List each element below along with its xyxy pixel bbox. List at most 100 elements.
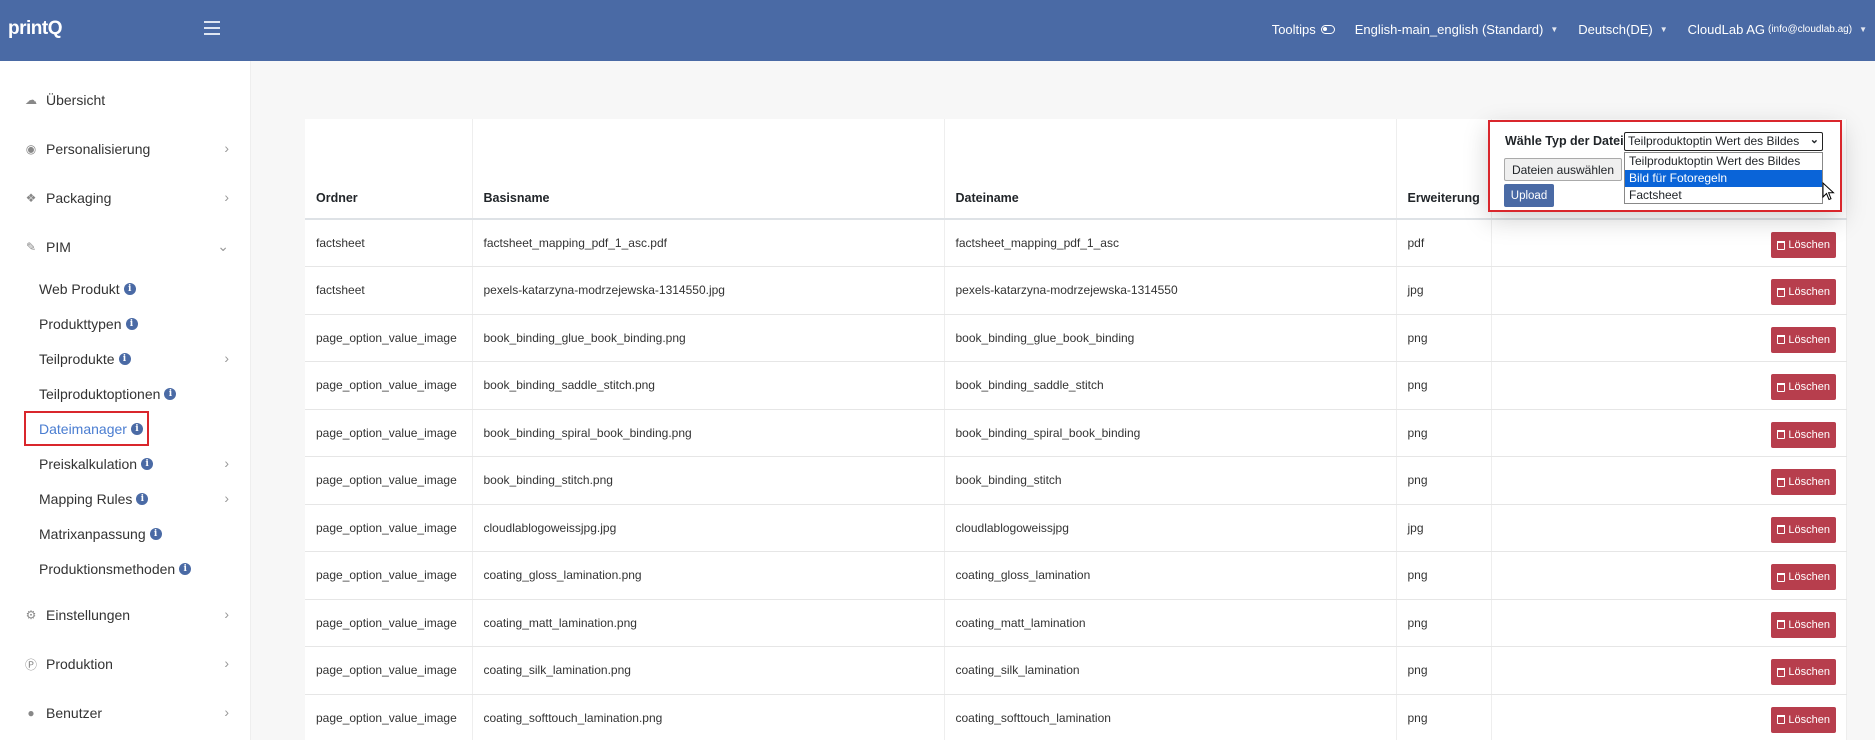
subitem-label: Produkttypen xyxy=(39,316,122,332)
sidebar-item-label: Packaging xyxy=(46,190,112,206)
sidebar-item-packaging[interactable]: ❖ Packaging › xyxy=(24,186,229,210)
cell-dateiname: cloudlablogoweissjpg xyxy=(944,504,1397,552)
sidebar-item-benutzer[interactable]: ● Benutzer › xyxy=(24,701,229,725)
subitem-label: Mapping Rules xyxy=(39,491,133,507)
cell-ordner: factsheet xyxy=(305,266,473,315)
sidebar-item-label: Produktion xyxy=(46,656,113,672)
info-icon[interactable]: i xyxy=(118,353,131,365)
col-header-erweiterung: Erweiterung xyxy=(1396,119,1492,220)
cell-ordner: page_option_value_image xyxy=(305,361,473,410)
cell-dateiname: book_binding_saddle_stitch xyxy=(944,361,1397,410)
info-icon[interactable]: i xyxy=(136,493,149,505)
delete-button[interactable]: Löschen xyxy=(1771,421,1836,448)
cell-erweiterung: png xyxy=(1396,361,1492,410)
cell-dateiname: book_binding_glue_book_binding xyxy=(944,314,1397,362)
sidebar-item-label: Einstellungen xyxy=(46,607,131,623)
delete-button[interactable]: Löschen xyxy=(1771,564,1836,591)
delete-button[interactable]: Löschen xyxy=(1771,374,1836,401)
trash-icon xyxy=(1777,382,1786,392)
cell-ordner: page_option_value_image xyxy=(305,456,473,505)
menu-toggle-icon[interactable] xyxy=(204,21,220,35)
sidebar-subitem-teilproduktoptionen[interactable]: Teilproduktoptionen i xyxy=(39,383,229,405)
sidebar-item-einstellungen[interactable]: ⚙ Einstellungen › xyxy=(24,603,229,627)
trash-icon xyxy=(1777,240,1786,250)
delete-button[interactable]: Löschen xyxy=(1771,659,1836,686)
trash-icon xyxy=(1777,477,1786,487)
sidebar-subitem-produktionsmethoden[interactable]: Produktionsmethoden i xyxy=(39,558,229,580)
sidebar-item-pim[interactable]: ✎ PIM ⌄ xyxy=(24,235,229,259)
caret-down-icon: ▼ xyxy=(1550,25,1559,34)
table-row: page_option_value_image book_binding_stit… xyxy=(305,456,1848,505)
p-circle-icon: Ⓟ xyxy=(24,657,37,672)
info-icon[interactable]: i xyxy=(164,388,177,400)
cell-basisname: coating_gloss_lamination.png xyxy=(472,551,945,600)
info-icon[interactable]: i xyxy=(179,563,192,575)
sidebar-subitem-mapping-rules[interactable]: Mapping Rules i › xyxy=(39,488,229,510)
subitem-label: Matrixanpassung xyxy=(39,526,146,542)
app-logo[interactable]: printQ xyxy=(8,18,63,40)
cell-basisname: coating_silk_lamination.png xyxy=(472,646,945,695)
delete-button[interactable]: Löschen xyxy=(1771,326,1836,353)
sidebar-item-produktion[interactable]: Ⓟ Produktion › xyxy=(24,652,229,676)
cell-dateiname: book_binding_spiral_book_binding xyxy=(944,409,1397,457)
delete-button[interactable]: Löschen xyxy=(1771,469,1836,496)
language-selector[interactable]: Deutsch(DE) ▼ xyxy=(1578,22,1667,37)
info-icon[interactable]: i xyxy=(123,283,136,295)
trash-icon xyxy=(1777,335,1786,345)
cell-actions: Löschen xyxy=(1491,551,1848,600)
dropdown-option-highlighted[interactable]: Bild für Fotoregeln xyxy=(1625,170,1822,187)
delete-button[interactable]: Löschen xyxy=(1771,516,1836,543)
trash-icon xyxy=(1777,525,1786,535)
info-icon[interactable]: i xyxy=(149,528,162,540)
sidebar-subitem-produkttypen[interactable]: Produkttypen i xyxy=(39,313,229,335)
info-icon[interactable]: i xyxy=(141,458,154,470)
cell-ordner: page_option_value_image xyxy=(305,599,473,647)
delete-button[interactable]: Löschen xyxy=(1771,706,1836,733)
sidebar-item-personalisierung[interactable]: ◉ Personalisierung › xyxy=(24,137,229,161)
choose-files-button[interactable]: Dateien auswählen xyxy=(1504,158,1622,181)
sidebar-item-uebersicht[interactable]: ☁ Übersicht xyxy=(24,88,229,112)
subitem-label: Teilproduktoptionen xyxy=(39,386,161,402)
tooltips-label: Tooltips xyxy=(1271,22,1316,37)
cloud-icon: ☁ xyxy=(25,93,37,107)
delete-label: Löschen xyxy=(1788,428,1830,441)
dropdown-option[interactable]: Teilproduktoptin Wert des Bildes xyxy=(1625,153,1822,170)
upload-button[interactable]: Upload xyxy=(1504,184,1554,207)
col-header-dateiname: Dateiname xyxy=(944,119,1397,220)
cell-actions: Löschen xyxy=(1491,219,1848,267)
delete-button[interactable]: Löschen xyxy=(1771,611,1836,638)
cell-dateiname: coating_gloss_lamination xyxy=(944,551,1397,600)
table-row: page_option_value_image cloudlablogoweiss… xyxy=(305,504,1848,552)
cell-dateiname: coating_softtouch_lamination xyxy=(944,694,1397,740)
sidebar-subitem-teilprodukte[interactable]: Teilprodukte i › xyxy=(39,348,229,370)
chevron-right-icon: › xyxy=(224,704,229,720)
toggle-icon[interactable] xyxy=(1320,25,1335,34)
delete-button[interactable]: Löschen xyxy=(1771,232,1836,258)
user-icon: ● xyxy=(27,706,35,720)
cell-erweiterung: png xyxy=(1396,551,1492,600)
info-icon[interactable]: i xyxy=(125,318,138,330)
file-type-select[interactable]: Teilproduktoptin Wert des Bildes ⌄ xyxy=(1624,132,1823,151)
cell-actions: Löschen xyxy=(1491,409,1848,457)
chevron-right-icon: › xyxy=(224,140,229,156)
cell-ordner: page_option_value_image xyxy=(305,314,473,362)
dropdown-option[interactable]: Factsheet xyxy=(1625,187,1822,204)
cell-erweiterung: png xyxy=(1396,646,1492,695)
cell-basisname: factsheet_mapping_pdf_1_asc.pdf xyxy=(472,219,945,267)
cell-erweiterung: pdf xyxy=(1396,219,1492,267)
sidebar-subitem-matrixanpassung[interactable]: Matrixanpassung i xyxy=(39,523,229,545)
account-menu[interactable]: CloudLab AG (info@cloudlab.ag) ▼ xyxy=(1688,22,1867,37)
delete-button[interactable]: Löschen xyxy=(1771,279,1836,306)
cell-basisname: pexels-katarzyna-modrzejewska-1314550.jp… xyxy=(472,266,945,315)
top-bar: printQ Tooltips English-main_english (St… xyxy=(0,0,1875,61)
store-selector[interactable]: English-main_english (Standard) ▼ xyxy=(1355,22,1559,37)
table-row: factsheet pexels-katarzyna-modrzejewska-1… xyxy=(305,266,1848,315)
cell-actions: Löschen xyxy=(1491,694,1848,740)
cell-erweiterung: png xyxy=(1396,314,1492,362)
file-table-card: Ordner Basisname Dateiname Erweiterung f… xyxy=(305,119,1848,740)
tooltips-toggle[interactable]: Tooltips xyxy=(1272,22,1335,37)
col-header-ordner: Ordner xyxy=(305,119,473,220)
cell-basisname: cloudlablogoweissjpg.jpg xyxy=(472,504,945,552)
sidebar-subitem-preiskalkulation[interactable]: Preiskalkulation i › xyxy=(39,453,229,475)
sidebar-subitem-web-produkt[interactable]: Web Produkt i xyxy=(39,278,229,300)
